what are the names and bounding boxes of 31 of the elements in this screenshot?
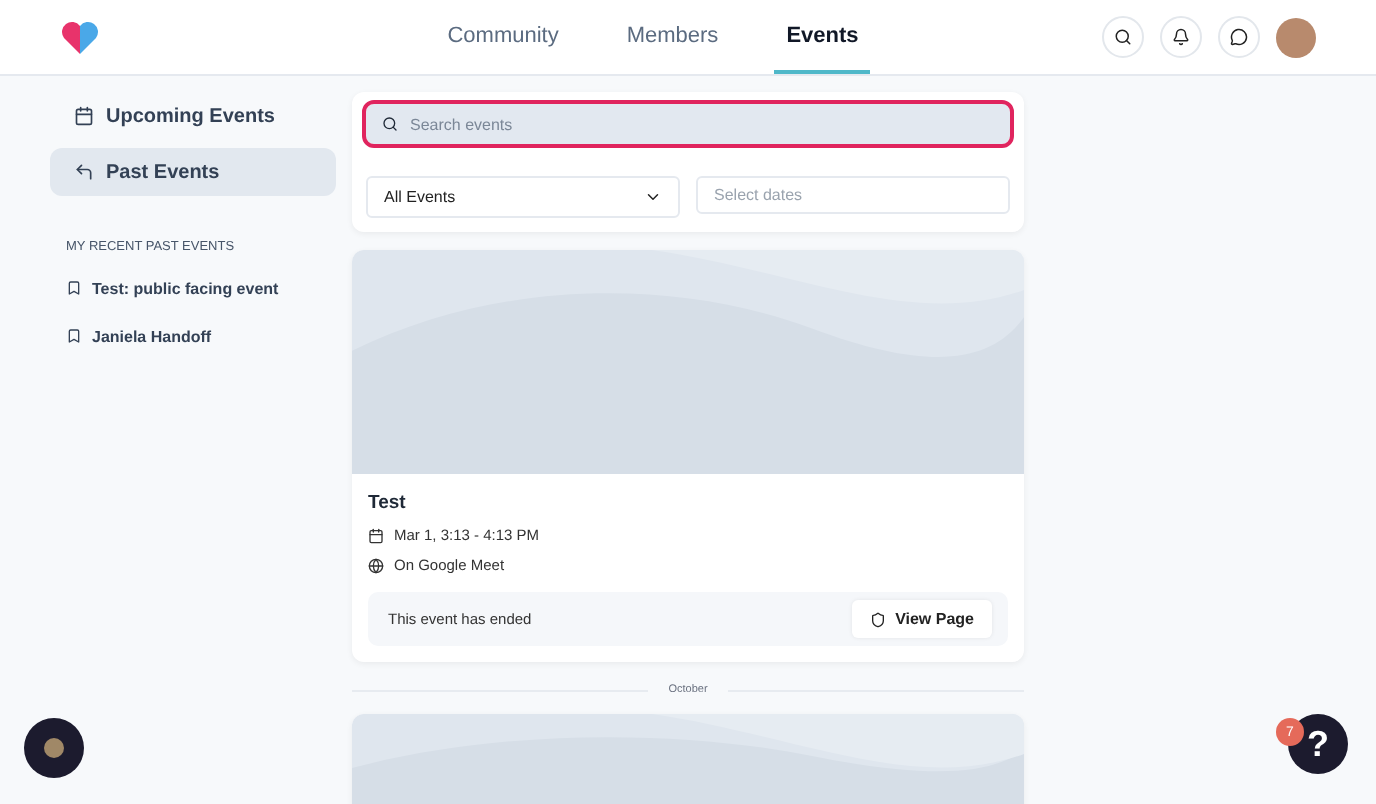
sidebar-item[interactable]: Past Events [50, 148, 336, 196]
nav-tab[interactable]: Community [435, 0, 571, 74]
bookmark-icon [66, 328, 82, 344]
bookmark-icon [66, 280, 82, 296]
search-icon [1114, 28, 1132, 46]
heart-logo-icon [60, 19, 100, 55]
search-icon [382, 116, 398, 132]
avatar[interactable] [1276, 17, 1316, 57]
recent-event-link[interactable]: Test: public facing event [66, 274, 336, 302]
notifications-button[interactable] [1160, 16, 1202, 58]
chat-bubble-icon [1230, 28, 1248, 46]
bell-icon [1172, 28, 1190, 46]
search-field[interactable]: Search events [366, 104, 1010, 144]
messages-button[interactable] [1218, 16, 1260, 58]
view-page-button[interactable]: View Page [851, 600, 992, 638]
globe-icon [368, 557, 384, 573]
launcher-button[interactable] [24, 718, 84, 778]
recent-event-link[interactable]: Janiela Handoff [66, 322, 336, 350]
sidebar-item[interactable]: Upcoming Events [50, 92, 336, 140]
calendar-icon [74, 106, 94, 126]
back-arrow-icon [74, 162, 94, 182]
nav-tab[interactable]: Members [614, 0, 731, 74]
event-filter-dropdown[interactable]: All Events [366, 176, 680, 218]
date-field[interactable]: Select dates [696, 176, 1010, 214]
calendar-icon [368, 527, 384, 543]
event-title: Test [368, 492, 408, 514]
chevron-down-icon [644, 188, 662, 206]
nav-tab[interactable]: Events [774, 0, 871, 74]
shield-icon [869, 611, 886, 627]
search-button[interactable] [1102, 16, 1144, 58]
dot-icon [44, 738, 64, 758]
